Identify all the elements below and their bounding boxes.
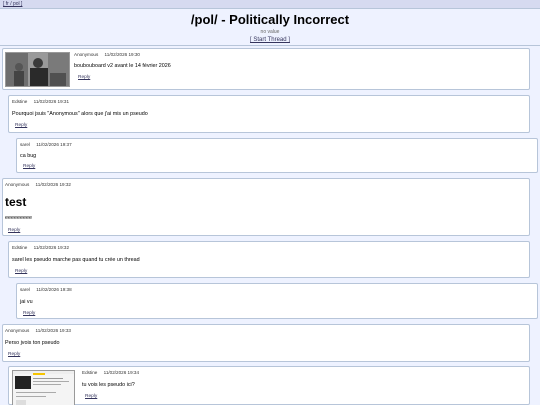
board-nav-links[interactable]: [ fr / pol ] [3,1,22,7]
post-date: 11/02/2026 19:32 [35,182,71,187]
reply-post: Edstine 11/02/2026 19:34 tu vois les pse… [8,366,530,405]
post-heading: test [5,195,27,209]
start-thread: [ Start Thread ] [0,37,540,43]
nested-reply-post: sarel 11/02/2026 19:37 ca bug Reply [16,138,538,173]
thread-post: Anonymous 11/02/2026 19:32 test eeeeeeee… [2,178,530,236]
post-date: 11/02/2026 19:32 [33,245,70,250]
post-date: 11/02/2026 19:31 [33,99,70,104]
reply-link[interactable]: Reply [8,228,20,233]
reply-link[interactable]: Reply [85,394,97,399]
post-author: Edstine [12,245,28,250]
post-author: sarel [20,142,30,147]
post-meta: Anonymous 11/02/2026 19:33 [5,328,71,333]
post-author: Anonymous [5,328,30,333]
post-message: Pourquoi jsuis "Anonymous" alors que j'a… [12,111,148,117]
post-date: 11/02/2026 19:37 [36,142,72,147]
post-message: tu vois les pseudo ici? [82,382,135,388]
reply-link[interactable]: Reply [15,123,27,128]
board-title: /pol/ - Politically Incorrect [190,12,350,27]
post-meta: sarel 11/02/2026 19:37 [20,142,72,147]
reply-link[interactable]: Reply [23,164,35,169]
post-image-thumbnail[interactable] [5,52,70,87]
post-meta: sarel 11/02/2026 19:38 [20,287,72,292]
post-message: jai vu [20,299,33,305]
divider [0,45,540,46]
post-message: sarel les pseudo marche pas quand tu cré… [12,257,140,263]
post-author: Edstine [12,99,28,104]
post-date: 11/02/2026 19:38 [36,287,72,292]
post-meta: Edstine 11/02/2026 19:34 [82,370,139,375]
thread-post: Anonymous 11/02/2026 19:33 Perso jvois t… [2,324,530,362]
post-meta: Anonymous 11/02/2026 19:32 [5,182,71,187]
board-subtitle: no value [260,29,280,35]
post-message: ca bug [20,153,37,159]
reply-link[interactable]: Reply [78,75,90,80]
post-author: Anonymous [5,182,30,187]
photo-image [6,53,69,86]
reply-post: Edstine 11/02/2026 19:31 Pourquoi jsuis … [8,95,530,133]
reply-link[interactable]: Reply [23,311,35,316]
post-author: Anonymous [74,52,99,57]
post-image-thumbnail[interactable] [12,370,75,405]
top-nav: [ fr / pol ] [0,0,540,9]
post-date: 11/02/2026 19:30 [104,52,140,57]
post-meta: Edstine 11/02/2026 19:31 [12,99,69,104]
post-author: Edstine [82,370,98,375]
nested-reply-post: sarel 11/02/2026 19:38 jai vu Reply [16,283,538,319]
post-meta: Edstine 11/02/2026 19:32 [12,245,69,250]
reply-link[interactable]: Reply [15,269,27,274]
post-author: sarel [20,287,30,292]
op-post: Anonymous 11/02/2026 19:30 boubouboard v… [2,48,530,90]
screenshot-image [13,371,74,405]
post-message: Perso jvois ton pseudo [5,340,60,346]
reply-link[interactable]: Reply [8,352,20,357]
post-date: 11/02/2026 19:33 [35,328,71,333]
post-date: 11/02/2026 19:34 [103,370,140,375]
post-message: eeeeeeeee [5,215,32,221]
post-meta: Anonymous 11/02/2026 19:30 [74,52,140,57]
post-message: boubouboard v2 avant le 14 février 2026 [74,63,171,69]
start-thread-link[interactable]: [ Start Thread ] [250,37,290,43]
reply-post: Edstine 11/02/2026 19:32 sarel les pseud… [8,241,530,278]
